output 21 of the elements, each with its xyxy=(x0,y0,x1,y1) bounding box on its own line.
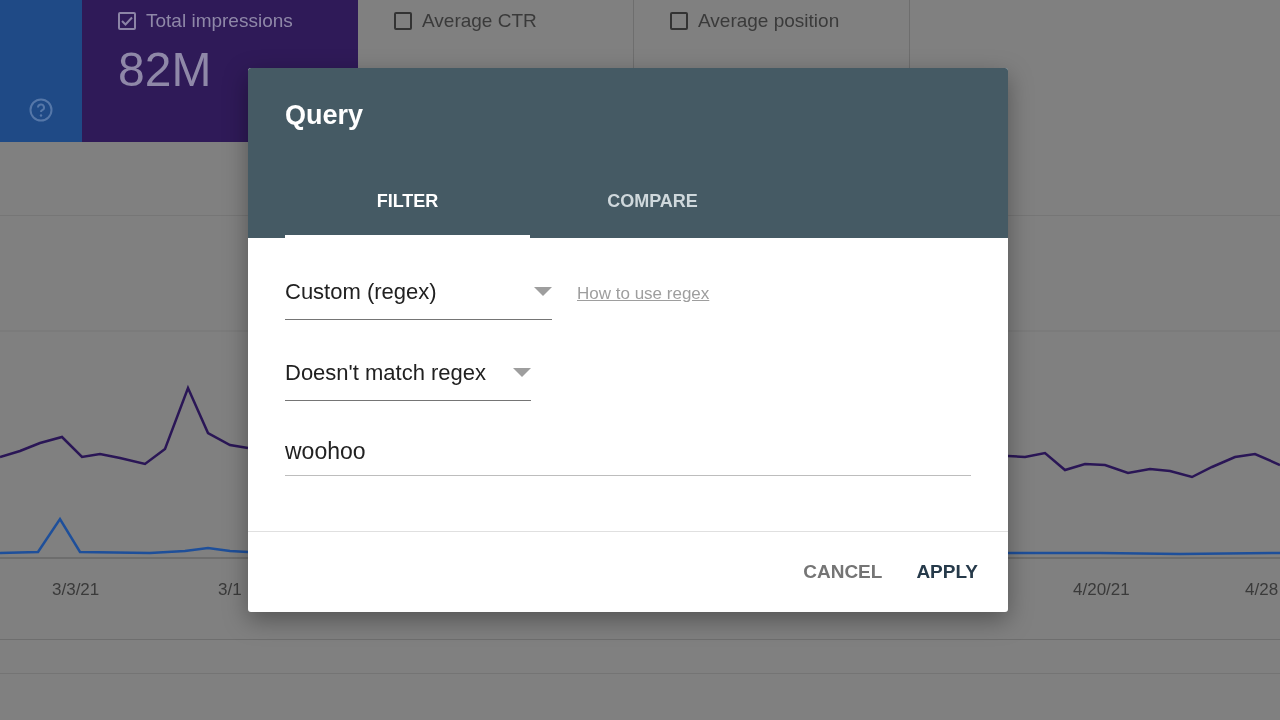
dropdown-caret-icon xyxy=(534,287,552,296)
checkbox[interactable] xyxy=(118,12,136,30)
axis-label: 4/20/21 xyxy=(1073,580,1130,600)
help-icon[interactable] xyxy=(29,98,53,122)
apply-button[interactable]: APPLY xyxy=(904,551,990,593)
axis-label: 4/28 xyxy=(1245,580,1279,600)
metric-label: Average CTR xyxy=(422,10,537,32)
metric-label: Total impressions xyxy=(146,10,293,32)
checkbox[interactable] xyxy=(394,12,412,30)
filter-type-dropdown[interactable]: Custom (regex) xyxy=(285,270,552,320)
cancel-button[interactable]: CANCEL xyxy=(791,551,895,593)
check-icon xyxy=(121,16,133,26)
dropdown-caret-icon xyxy=(513,368,531,377)
metric-label: Average position xyxy=(698,10,840,32)
tab[interactable]: COMPARE xyxy=(530,168,775,238)
axis-label: 3/3/21 xyxy=(52,580,100,600)
tab[interactable]: FILTER xyxy=(285,168,530,238)
checkbox[interactable] xyxy=(670,12,688,30)
match-type-dropdown[interactable]: Doesn't match regex xyxy=(285,351,531,401)
axis-label: 3/1 xyxy=(218,580,242,600)
metric-value: 82M xyxy=(118,46,213,94)
